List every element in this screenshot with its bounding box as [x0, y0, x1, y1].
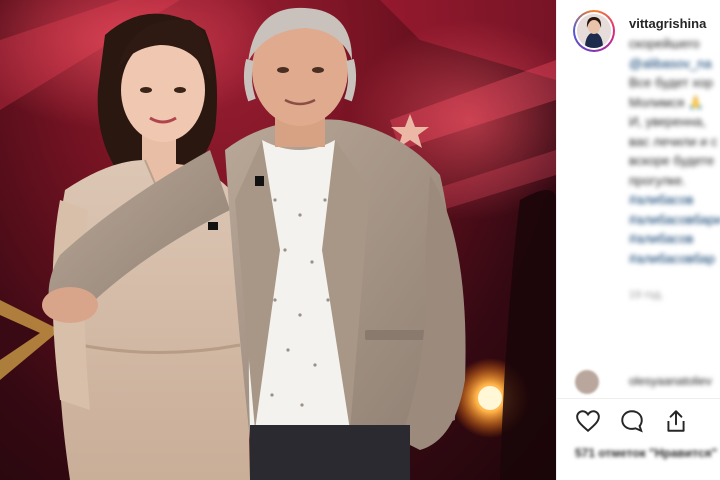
hashtag-link[interactable]: #алибасов [629, 190, 720, 210]
profile-avatar-icon [577, 14, 611, 48]
post-caption: скорейшего @alibasov_na Все будет хор Мо… [629, 34, 720, 306]
caption-line: вас лечили и с [629, 133, 718, 149]
author-username-link[interactable]: vittagrishina [629, 16, 706, 31]
caption-mention-link[interactable]: @alibasov_na [629, 54, 720, 74]
divider [557, 398, 720, 399]
caption-line: Молимся 🙏 [629, 94, 705, 110]
post-side-panel: vittagrishina скорейшего @alibasov_na Вс… [556, 0, 720, 480]
author-avatar[interactable] [573, 10, 615, 52]
caption-line: вскоре будете [629, 153, 715, 168]
post-photo[interactable] [0, 0, 556, 480]
commenter-avatar[interactable] [575, 370, 599, 394]
caption-line: И, уверенна, [629, 114, 706, 129]
heart-icon[interactable] [575, 408, 601, 434]
commenter-username[interactable]: olesyaanatoliev [629, 374, 712, 388]
share-icon[interactable] [663, 408, 689, 434]
likes-count[interactable]: 571 отметок "Нравится" [575, 446, 717, 460]
caption-line: прогулке. [629, 172, 686, 188]
hashtag-link[interactable]: #алибасовбари [629, 210, 720, 230]
comment-item: olesyaanatoliev [575, 370, 720, 394]
post-actions-bar [575, 408, 689, 438]
comment-icon[interactable] [619, 408, 645, 434]
post-photo-illustration [0, 0, 556, 480]
caption-line: Все будет хор [629, 75, 714, 90]
caption-line: скорейшего [629, 36, 700, 51]
hashtag-link[interactable]: #алибасовбар [629, 249, 720, 269]
post-timestamp: 19 год. [629, 289, 664, 301]
hashtag-link[interactable]: #алибасов [629, 229, 720, 249]
